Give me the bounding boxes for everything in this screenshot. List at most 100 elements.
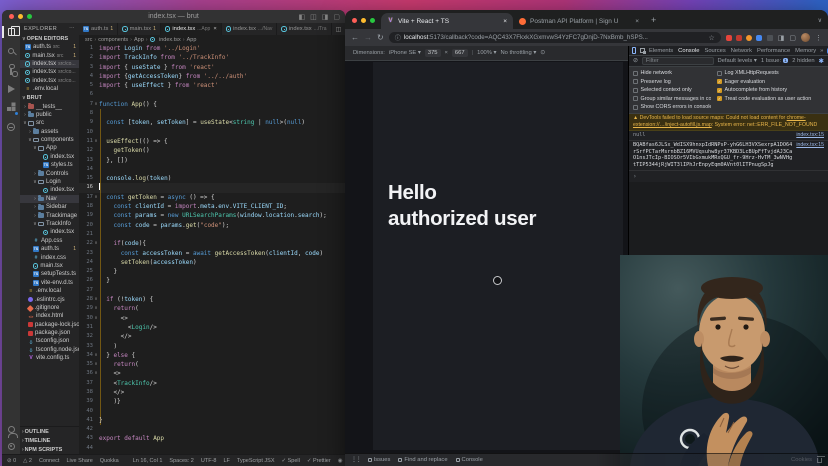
log-levels-select[interactable]: Default levels ▾ [718,58,757,64]
console-setting[interactable]: ✓Eager evaluation [717,79,824,85]
tree-item[interactable]: index.tsx [20,153,79,161]
status-item[interactable]: Live Share [66,458,92,464]
extension-icon[interactable] [756,35,762,41]
tree-item[interactable]: index.tsx [20,228,79,236]
browser-tab[interactable]: VVite + React + TS× [381,13,513,29]
console-entry[interactable]: BQABfas6JLSx_WdISX9hnxpIdRNPsP-yhG6LH3VX… [629,141,828,171]
code-line[interactable]: 32 </> [79,332,345,341]
remote-explorer-icon[interactable] [6,122,16,132]
status-item[interactable]: UTF-8 [201,458,217,464]
tree-item[interactable]: ›public [20,111,79,119]
drawer-tab-issues[interactable]: Issues [368,457,391,463]
layout-toggle-icons[interactable]: ◧◫◨▢ [299,13,341,21]
code-line[interactable]: 9 const [token, setToken] = useState<str… [79,118,345,127]
code-line[interactable]: 13 }, []) [79,156,345,165]
source-link[interactable]: index.tsx:15 [796,142,824,148]
console-setting[interactable]: Hide network [633,70,711,76]
code-line[interactable]: 26 } [79,276,345,285]
search-icon[interactable] [6,46,16,56]
checkbox-icon[interactable] [633,96,638,101]
console-setting[interactable]: Show CORS errors in console [633,104,711,110]
trash-icon[interactable] [817,458,822,463]
editor-tab[interactable]: index.tsx.../Tra [277,23,331,35]
window-controls[interactable] [352,18,375,23]
tree-item[interactable]: #index.css [20,253,79,261]
code-line[interactable]: 21 [79,230,345,239]
devtools-tab-sources[interactable]: Sources [704,48,725,54]
extension-icon[interactable] [746,35,752,41]
console-filter-input[interactable]: Filter [642,57,714,65]
close-icon[interactable]: × [213,26,216,32]
checkbox-icon[interactable] [633,105,638,110]
drawer-tab-console[interactable]: Console [456,457,483,463]
source-link[interactable]: index.tsx:15 [796,132,824,138]
code-line[interactable]: 23 const accessToken = await getAccessTo… [79,249,345,258]
extension-icon[interactable] [736,35,742,41]
tree-item[interactable]: ∨TrackInfo [20,220,79,228]
settings-gear-icon[interactable] [6,444,16,454]
rendered-page[interactable]: Helloauthorized user [373,62,623,450]
profile-avatar[interactable] [801,33,810,42]
status-item[interactable]: Connect [39,458,60,464]
inspect-element-icon[interactable] [640,48,645,53]
tree-item[interactable]: ›__tests__ [20,102,79,110]
code-line[interactable]: 43export default App [79,434,345,443]
status-item[interactable]: Ln 16, Col 1 [133,458,163,464]
code-line[interactable]: 31 <Login/> [79,323,345,332]
status-item[interactable]: ✓Prettier [307,458,331,464]
vscode-titlebar[interactable]: index.tsx — brut ◧◫◨▢ [2,10,345,23]
tree-item[interactable]: Vvite.config.ts [20,354,79,362]
forward-button[interactable]: → [364,33,372,42]
code-line[interactable]: 22∨ if(code){ [79,239,345,248]
status-item[interactable]: △2 [23,458,32,464]
status-item[interactable]: Spaces: 2 [169,458,193,464]
code-line[interactable]: 18 const clientId = import.meta.env.VITE… [79,202,345,211]
extension-pin-icon[interactable] [767,35,773,41]
code-line[interactable]: 40 [79,407,345,416]
tree-item[interactable]: <>index.html [20,312,79,320]
console-prompt[interactable]: › [629,171,828,182]
tree-item[interactable]: TSvite-env.d.ts [20,279,79,287]
tree-item[interactable]: ›assets [20,128,79,136]
throttle-select[interactable]: No throttling ▾ [500,50,536,56]
status-item[interactable]: ✓Spell [282,458,300,464]
npm-scripts-section[interactable]: ›NPM SCRIPTS [20,445,79,454]
breadcrumb-item[interactable]: App [187,37,197,43]
code-line[interactable]: 11∨ useEffect(() => { [79,137,345,146]
code-line[interactable]: 1import Login from '../Login' [79,44,345,53]
rotate-icon[interactable]: ⊙ [540,50,545,56]
breadcrumb-item[interactable]: index.tsx [159,37,181,43]
viewport-width-input[interactable]: 375 [425,49,441,57]
code-line[interactable]: 19 const params = new URLSearchParams(wi… [79,211,345,220]
tree-item[interactable]: ›Sidebar [20,203,79,211]
tree-item[interactable]: .eslintrc.cjs [20,295,79,303]
code-line[interactable]: 25 } [79,267,345,276]
extensions-icon[interactable] [6,103,16,113]
code-line[interactable]: 24 setToken(accessToken) [79,258,345,267]
tree-item[interactable]: package.json [20,329,79,337]
tree-item[interactable]: ∨App [20,144,79,152]
device-select[interactable]: iPhone SE ▾ [389,50,421,56]
tab-search-icon[interactable]: ∨ [818,17,822,24]
devtools-tab-elements[interactable]: Elements [649,48,673,54]
status-item[interactable]: LF [223,458,229,464]
open-editors-header[interactable]: ∨OPEN EDITORS [20,34,79,43]
reload-button[interactable]: ↻ [377,33,384,42]
notifications-bell-icon[interactable]: ◉ [338,458,343,464]
tree-item[interactable]: package-lock.json [20,321,79,329]
drawer-menu-icon[interactable]: ⋮⋮ [351,457,361,463]
minimize-traffic-light[interactable] [361,18,366,23]
code-line[interactable]: 37 <TrackInfo/> [79,379,345,388]
account-icon[interactable] [6,425,16,435]
breadcrumb-item[interactable]: components [98,37,128,43]
outline-section[interactable]: ›OUTLINE [20,427,79,436]
code-line[interactable]: 6 [79,90,345,99]
checkbox-icon[interactable] [717,71,722,76]
status-item[interactable]: Quokka [100,458,119,464]
code-line[interactable]: 20 const code = params.get("code"); [79,221,345,230]
tree-item[interactable]: {}tsconfig.node.json [20,346,79,354]
console-setting[interactable]: Group similar messages in console [633,96,711,102]
code-line[interactable]: 38 </> [79,388,345,397]
console-setting[interactable]: Selected context only [633,87,711,93]
checkbox-icon[interactable]: ✓ [717,96,722,101]
